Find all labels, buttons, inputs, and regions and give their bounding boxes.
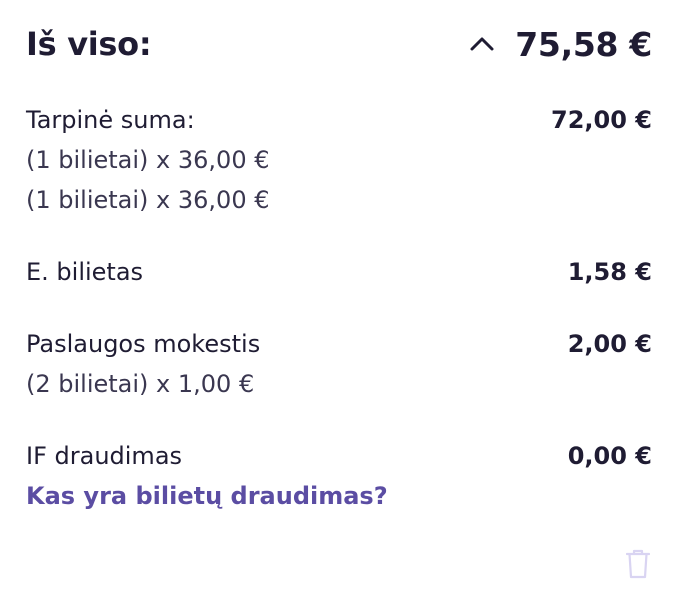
total-amount: 75,58 € xyxy=(515,24,652,64)
subtotal-detail: (1 bilietai) x 36,00 € xyxy=(26,186,270,214)
subtotal-line: Tarpinė suma: 72,00 € xyxy=(26,100,652,140)
trash-icon[interactable] xyxy=(625,548,651,580)
service-fee-section: Paslaugos mokestis 2,00 € (2 bilietai) x… xyxy=(26,324,652,404)
subtotal-detail: (1 bilietai) x 36,00 € xyxy=(26,146,270,174)
insurance-line: IF draudimas 0,00 € xyxy=(26,436,652,476)
service-fee-detail: (2 bilietai) x 1,00 € xyxy=(26,370,255,398)
insurance-section: IF draudimas 0,00 € Kas yra bilietų drau… xyxy=(26,436,652,516)
service-fee-line: Paslaugos mokestis 2,00 € xyxy=(26,324,652,364)
eticket-line: E. bilietas 1,58 € xyxy=(26,252,652,292)
service-fee-label: Paslaugos mokestis xyxy=(26,330,261,358)
chevron-up-icon[interactable] xyxy=(467,29,497,59)
subtotal-label: Tarpinė suma: xyxy=(26,106,195,134)
eticket-label: E. bilietas xyxy=(26,258,144,286)
order-total-row: Iš viso: 75,58 € xyxy=(26,20,652,68)
eticket-amount: 1,58 € xyxy=(567,258,652,286)
insurance-amount: 0,00 € xyxy=(567,442,652,470)
insurance-label: IF draudimas xyxy=(26,442,183,470)
total-right: 75,58 € xyxy=(467,25,652,64)
subtotal-section: Tarpinė suma: 72,00 € (1 bilietai) x 36,… xyxy=(26,100,652,220)
insurance-info-link[interactable]: Kas yra bilietų draudimas? xyxy=(26,476,388,516)
subtotal-amount: 72,00 € xyxy=(551,106,652,134)
service-fee-amount: 2,00 € xyxy=(567,330,652,358)
total-label: Iš viso: xyxy=(26,25,152,63)
eticket-section: E. bilietas 1,58 € xyxy=(26,252,652,292)
